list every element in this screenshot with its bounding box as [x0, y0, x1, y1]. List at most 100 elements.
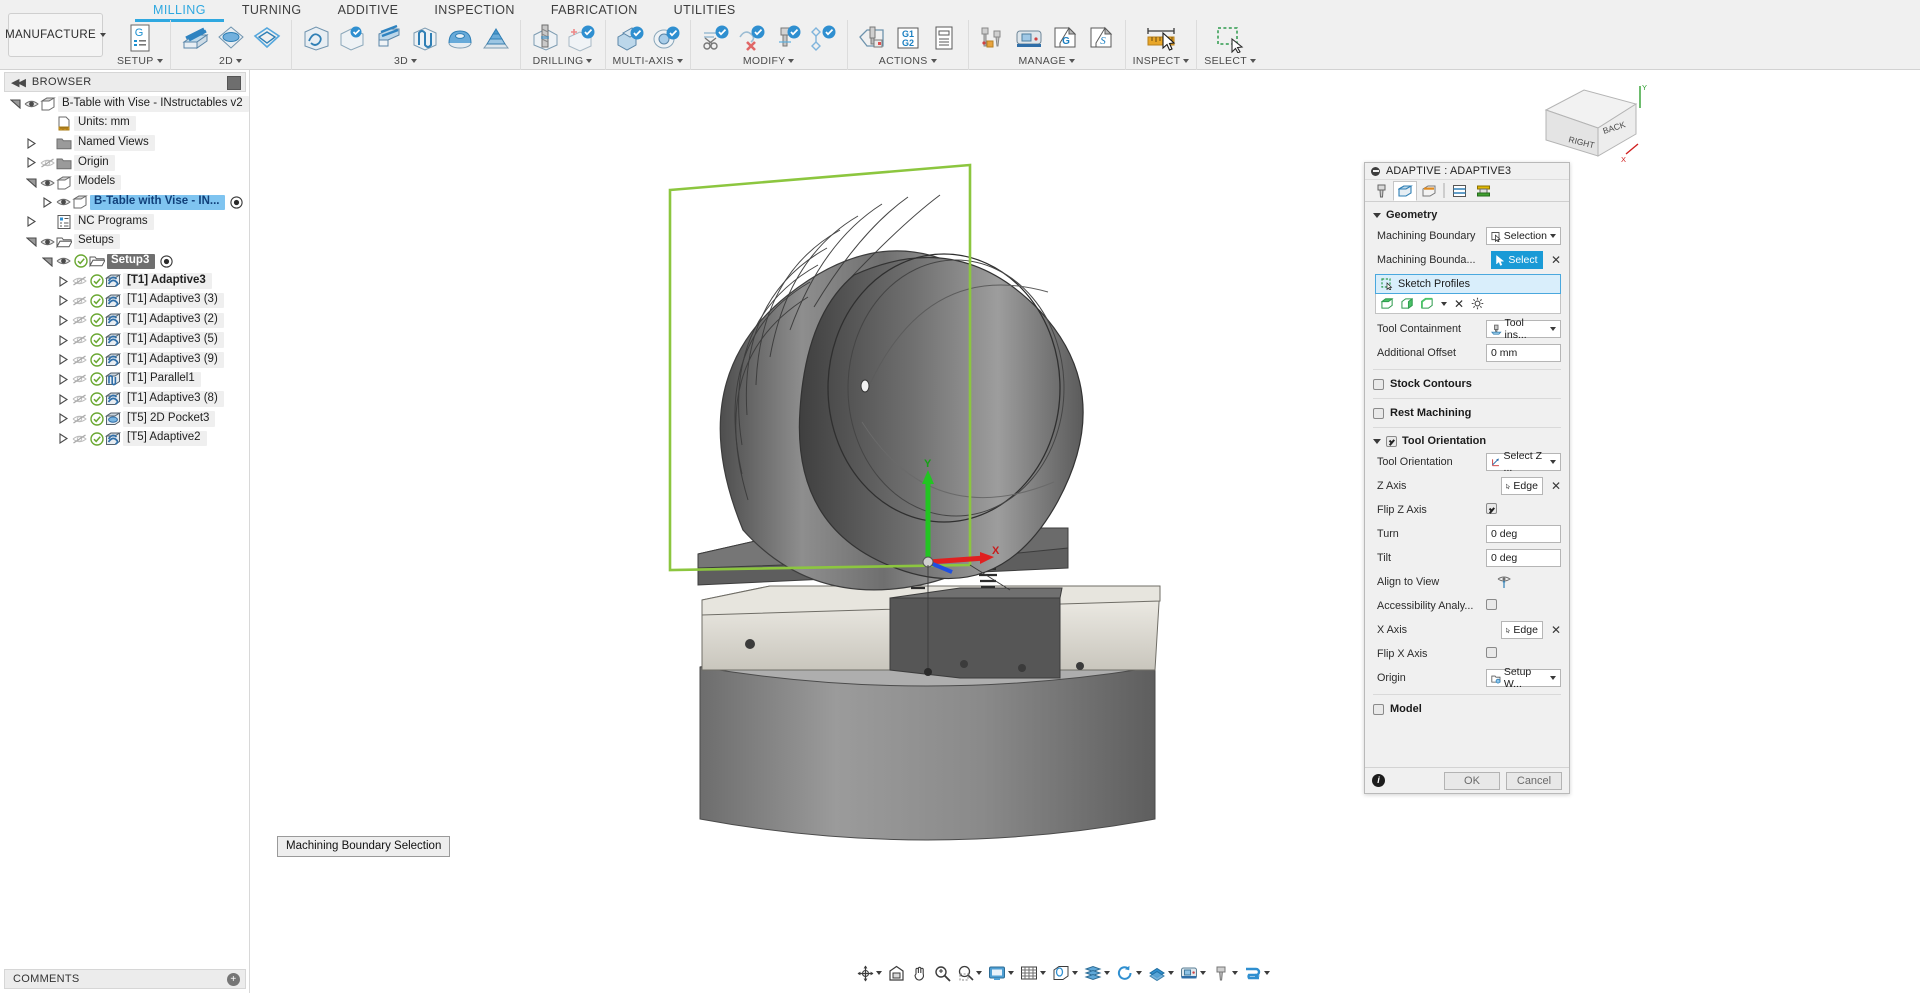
add-drill-icon[interactable] — [564, 22, 598, 54]
visibility-eye-off-icon[interactable] — [70, 274, 88, 288]
tree-item[interactable]: Origin — [0, 153, 250, 173]
ribbon-group-manage-label[interactable]: MANAGE — [1019, 55, 1075, 67]
visibility-eye-icon[interactable] — [38, 235, 56, 249]
scallop-icon[interactable] — [443, 22, 477, 54]
tree-item[interactable]: Setup3 — [0, 252, 250, 272]
tool-view-icon[interactable] — [1210, 965, 1240, 982]
tree-item[interactable]: NC Programs — [0, 212, 250, 232]
machine-library-icon[interactable] — [1012, 22, 1046, 54]
geometry-tab-icon[interactable] — [1393, 181, 1417, 201]
ribbon-group-actions-label[interactable]: ACTIONS — [879, 55, 937, 67]
simulate-rotate-icon[interactable] — [1114, 965, 1144, 982]
ribbon-group-multiaxis-label[interactable]: MULTI-AXIS — [613, 55, 683, 67]
tab-inspection[interactable]: INSPECTION — [416, 0, 532, 22]
horizontal-icon[interactable] — [371, 22, 405, 54]
expand-arrow-icon[interactable] — [56, 334, 70, 346]
stock-contours-section[interactable]: Stock Contours — [1365, 374, 1569, 394]
visibility-eye-off-icon[interactable] — [70, 333, 88, 347]
tree-item[interactable]: Named Views — [0, 133, 250, 153]
tree-item[interactable]: Models — [0, 173, 250, 193]
passes-tab-icon[interactable] — [1447, 181, 1471, 201]
visibility-eye-icon[interactable] — [54, 195, 72, 209]
model-section[interactable]: Model — [1365, 699, 1569, 719]
select-window-icon[interactable] — [1213, 22, 1247, 54]
tree-item[interactable]: B-Table with Vise - IN... — [0, 192, 250, 212]
visibility-eye-off-icon[interactable] — [70, 313, 88, 327]
simulate-icon[interactable] — [855, 22, 889, 54]
pan-icon[interactable] — [909, 965, 930, 982]
tree-item[interactable]: [T1] Adaptive3 (3) — [0, 291, 250, 311]
collapse-left-icon[interactable]: ◀◀ — [11, 76, 26, 89]
collapse-arrow-icon[interactable] — [40, 256, 54, 267]
layers-icon[interactable] — [1146, 965, 1176, 982]
visibility-eye-off-icon[interactable] — [70, 353, 88, 367]
tree-item[interactable]: [T1] Parallel1 — [0, 370, 250, 390]
tree-item[interactable]: [T1] Adaptive3 (9) — [0, 350, 250, 370]
expand-arrow-icon[interactable] — [56, 373, 70, 385]
tab-fabrication[interactable]: FABRICATION — [533, 0, 656, 22]
template-library-icon[interactable]: S — [1084, 22, 1118, 54]
tool-library-icon[interactable] — [770, 22, 804, 54]
expand-arrow-icon[interactable] — [56, 433, 70, 445]
grid-snap-icon[interactable] — [1018, 965, 1048, 982]
tool-orientation-checkbox[interactable] — [1386, 435, 1397, 447]
face-icon[interactable] — [178, 22, 212, 54]
rest-machining-checkbox[interactable] — [1373, 407, 1384, 419]
comments-bar[interactable]: COMMENTS + — [4, 969, 246, 989]
tree-item[interactable]: [T1] Adaptive3 (5) — [0, 330, 250, 350]
home-icon[interactable] — [886, 965, 907, 982]
visibility-eye-off-icon[interactable] — [70, 412, 88, 426]
toolpath-view-icon[interactable] — [1242, 965, 1272, 982]
setup-sheet-icon[interactable] — [927, 22, 961, 54]
tab-turning[interactable]: TURNING — [224, 0, 320, 22]
adaptive-clearing-icon[interactable] — [299, 22, 333, 54]
clear-x-icon[interactable]: ✕ — [1551, 254, 1561, 266]
model-checkbox[interactable] — [1373, 703, 1384, 715]
remove-x-icon[interactable]: ✕ — [1454, 298, 1464, 310]
visibility-eye-off-icon[interactable] — [70, 372, 88, 386]
x-axis-selection[interactable]: Edge — [1500, 621, 1543, 639]
setup-g-code-icon[interactable]: G — [123, 22, 157, 54]
additional-offset-input[interactable]: 0 mm — [1486, 344, 1561, 362]
viewports-icon[interactable] — [1050, 965, 1080, 982]
machining-boundary-dropdown[interactable]: Selection — [1486, 227, 1561, 245]
visibility-eye-off-icon[interactable] — [38, 156, 56, 170]
orbit-icon[interactable] — [855, 965, 884, 982]
ribbon-group-select-label[interactable]: SELECT — [1204, 55, 1256, 67]
expand-arrow-icon[interactable] — [24, 216, 38, 228]
tree-item[interactable]: [T1] Adaptive3 (2) — [0, 311, 250, 331]
expand-arrow-icon[interactable] — [40, 196, 54, 208]
info-icon[interactable]: i — [1372, 774, 1385, 787]
flip-z-axis-checkbox[interactable] — [1486, 503, 1497, 514]
dropdown-caret-icon[interactable] — [1441, 301, 1447, 306]
collapse-dialog-icon[interactable] — [1371, 166, 1380, 176]
tool-library-manage-icon[interactable] — [976, 22, 1010, 54]
swarf-icon[interactable] — [613, 22, 647, 54]
2d-contour-icon[interactable] — [250, 22, 284, 54]
tool-containment-dropdown[interactable]: Tool ins... — [1486, 317, 1561, 341]
tool-orientation-dropdown[interactable]: Select Z ... — [1486, 450, 1561, 474]
view-cube[interactable]: RIGHT BACK Y X — [1538, 82, 1648, 167]
radio-icon[interactable] — [160, 255, 173, 268]
expand-arrow-icon[interactable] — [56, 413, 70, 425]
tree-item[interactable]: Units: mm — [0, 114, 250, 134]
stock-contours-checkbox[interactable] — [1373, 378, 1384, 390]
add-comment-icon[interactable]: + — [227, 973, 240, 986]
collapse-arrow-icon[interactable] — [8, 98, 22, 110]
collapse-arrow-icon[interactable] — [24, 177, 38, 189]
workspace-switcher-button[interactable]: MANUFACTURE — [5, 13, 106, 57]
parallel-icon[interactable] — [407, 22, 441, 54]
drill-icon[interactable] — [528, 22, 562, 54]
linking-tab-icon[interactable] — [1471, 181, 1495, 201]
probe-icon[interactable] — [806, 22, 840, 54]
radio-icon[interactable] — [230, 196, 244, 209]
tree-item[interactable]: [T1] Adaptive3 (8) — [0, 389, 250, 409]
visibility-eye-off-icon[interactable] — [70, 392, 88, 406]
tree-item[interactable]: [T5] Adaptive2 — [0, 429, 250, 449]
multi-axis-contour-icon[interactable] — [649, 22, 683, 54]
ok-button[interactable]: OK — [1444, 771, 1500, 790]
display-settings-icon[interactable] — [986, 965, 1016, 982]
visibility-eye-icon[interactable] — [38, 176, 56, 190]
origin-dropdown[interactable]: Setup W... — [1486, 666, 1561, 690]
rest-machining-section[interactable]: Rest Machining — [1365, 403, 1569, 423]
